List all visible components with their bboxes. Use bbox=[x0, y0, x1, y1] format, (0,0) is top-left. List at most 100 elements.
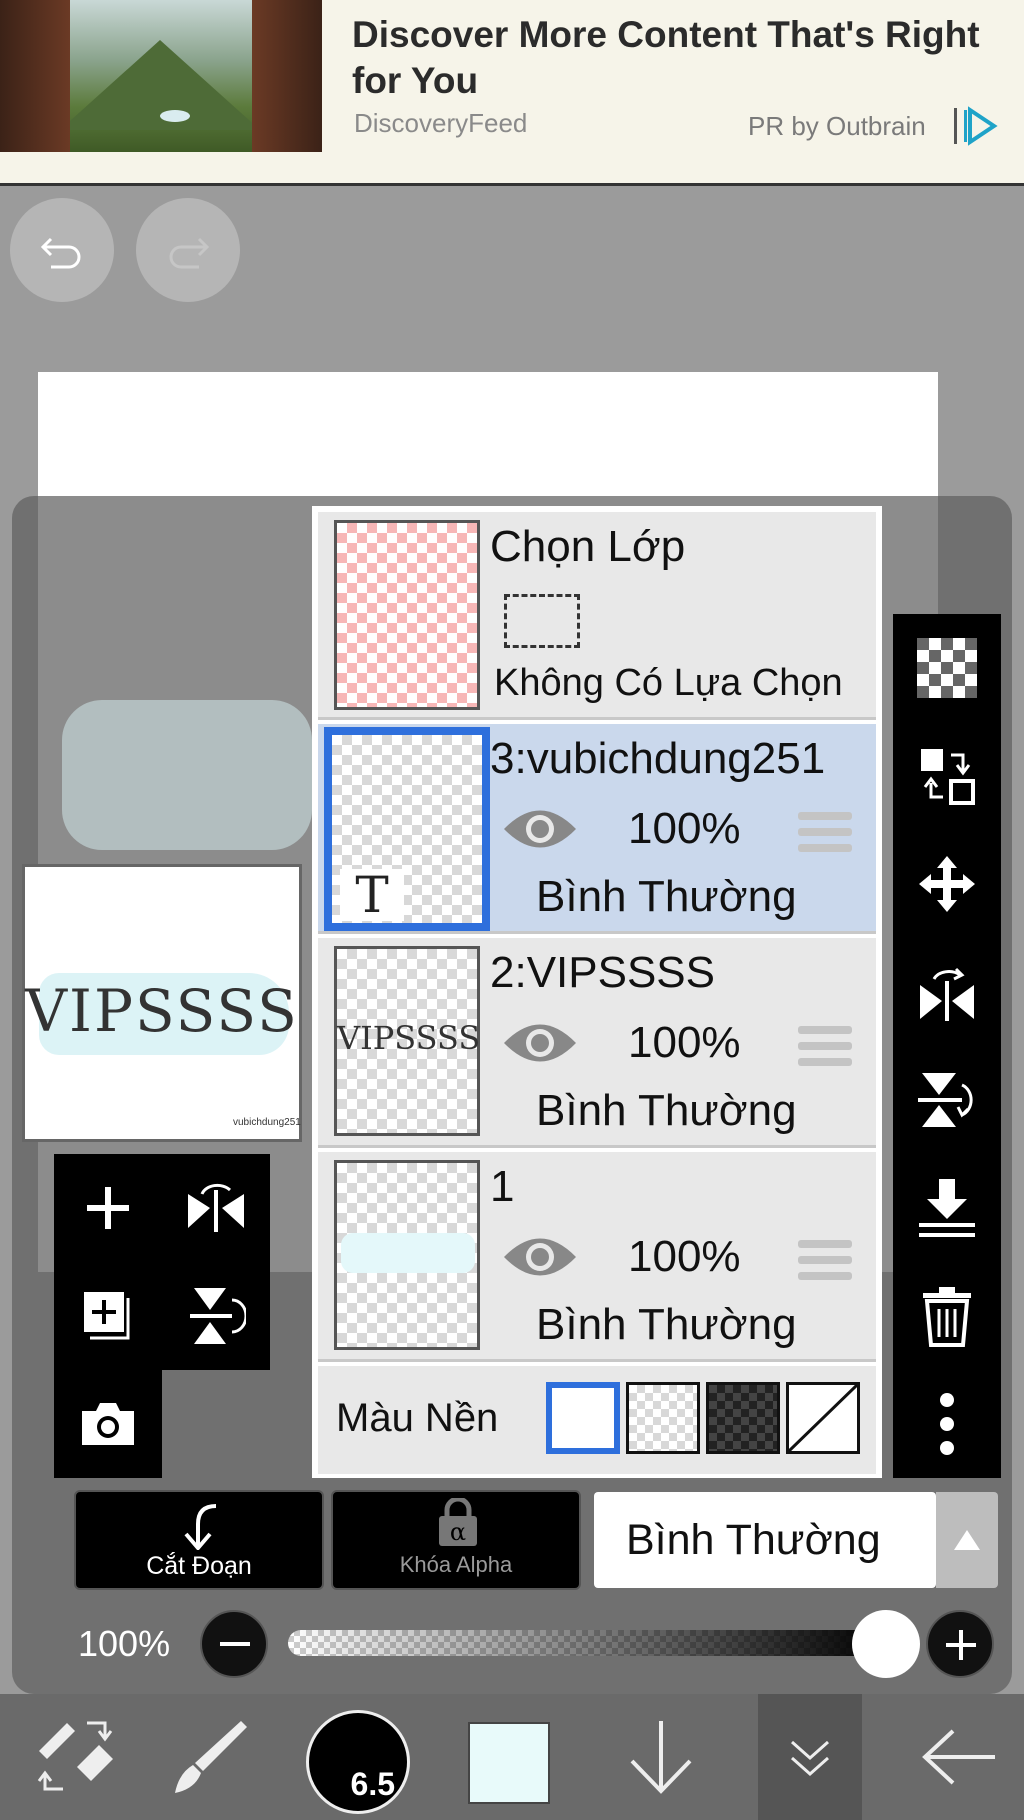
layer-2-drag-handle[interactable] bbox=[798, 1026, 852, 1074]
flip-vertical-icon bbox=[190, 1288, 246, 1344]
undo-icon bbox=[40, 237, 81, 269]
layer-1-opacity[interactable]: 100% bbox=[628, 1232, 741, 1282]
double-chevron-down-icon bbox=[791, 1740, 829, 1777]
clip-label: Cắt Đoạn bbox=[146, 1552, 252, 1580]
clip-arrow-icon bbox=[184, 1504, 217, 1550]
layer-3-drag-handle[interactable] bbox=[798, 812, 852, 860]
opacity-slider-track[interactable] bbox=[288, 1630, 886, 1656]
opacity-decrease-button[interactable] bbox=[200, 1610, 268, 1678]
current-color-button[interactable] bbox=[468, 1722, 550, 1804]
bg-swatch-transparent[interactable] bbox=[626, 1382, 700, 1454]
more-options-button[interactable] bbox=[893, 1370, 1001, 1478]
swap-icon bbox=[921, 749, 975, 805]
brush-size-value: 6.5 bbox=[350, 1766, 395, 1802]
duplicate-layer-button[interactable] bbox=[54, 1262, 162, 1370]
brush-icon bbox=[175, 1721, 247, 1793]
layer-row-3[interactable]: T 3:vubichdung251 100% Bình Thường bbox=[318, 724, 876, 934]
layer-2-name: 2:VIPSSSS bbox=[490, 948, 716, 997]
bg-swatch-white[interactable] bbox=[546, 1382, 620, 1454]
alpha-lock-label: Khóa Alpha bbox=[399, 1552, 513, 1577]
layer-2-opacity[interactable]: 100% bbox=[628, 1018, 741, 1068]
selection-layer-title: Chọn Lớp bbox=[490, 522, 686, 571]
layer-1-drag-handle[interactable] bbox=[798, 1240, 852, 1288]
swap-layer-button[interactable] bbox=[893, 722, 1001, 830]
delete-layer-button[interactable] bbox=[893, 1262, 1001, 1370]
eye-icon bbox=[504, 1024, 576, 1062]
outbrain-logo-icon[interactable] bbox=[952, 106, 1000, 146]
undo-button[interactable] bbox=[10, 198, 114, 302]
merge-down-icon bbox=[919, 1179, 975, 1237]
layer-3-name: 3:vubichdung251 bbox=[490, 734, 826, 783]
flip-layer-vertical-button[interactable] bbox=[893, 1046, 1001, 1154]
down-arrow-icon bbox=[630, 1721, 692, 1794]
minus-icon bbox=[220, 1642, 250, 1646]
ad-image-door-left bbox=[0, 0, 70, 152]
ad-image[interactable] bbox=[0, 0, 322, 152]
diagonal-slash-icon bbox=[787, 1383, 859, 1453]
flip-vertical-button[interactable] bbox=[162, 1262, 270, 1370]
text-layer-glyph: T bbox=[340, 869, 404, 921]
checker-icon bbox=[917, 638, 977, 698]
back-button[interactable] bbox=[884, 1694, 1024, 1820]
bg-swatch-none[interactable] bbox=[786, 1382, 860, 1454]
selection-layer-thumbnail bbox=[334, 520, 480, 710]
layer-3-visibility-button[interactable] bbox=[502, 804, 578, 859]
transparency-button[interactable] bbox=[893, 614, 1001, 722]
opacity-slider-handle[interactable] bbox=[852, 1610, 920, 1678]
opacity-label: 100% bbox=[78, 1623, 171, 1664]
bg-swatch-dark[interactable] bbox=[706, 1382, 780, 1454]
ad-sponsor[interactable]: PR by Outbrain bbox=[748, 111, 926, 142]
layer-1-thumb-wash bbox=[341, 1233, 475, 1273]
merge-down-button[interactable] bbox=[893, 1154, 1001, 1262]
collapse-panel-button[interactable] bbox=[758, 1694, 862, 1820]
flip-horizontal-button[interactable] bbox=[162, 1154, 270, 1262]
left-layer-tools bbox=[54, 1154, 270, 1370]
blend-mode-dropdown-button[interactable] bbox=[936, 1492, 998, 1588]
flip-horizontal-icon bbox=[188, 1183, 244, 1232]
selection-layer-row[interactable]: Chọn Lớp Không Có Lựa Chọn bbox=[318, 512, 876, 720]
redo-button[interactable] bbox=[136, 198, 240, 302]
ad-image-river bbox=[160, 110, 190, 122]
layer-row-2[interactable]: VIPSSSS 2:VIPSSSS 100% Bình Thường bbox=[318, 938, 876, 1148]
alpha-lock-button[interactable]: α Khóa Alpha bbox=[331, 1490, 581, 1590]
ad-image-door-right bbox=[252, 0, 322, 152]
layer-2-thumb-text: VIPSSSS bbox=[337, 1019, 481, 1057]
ad-title[interactable]: Discover More Content That's Right for Y… bbox=[352, 12, 992, 104]
eye-icon bbox=[504, 1238, 576, 1276]
back-icon bbox=[922, 1729, 995, 1785]
add-layer-icon bbox=[87, 1187, 129, 1229]
layer-1-name: 1 bbox=[490, 1162, 515, 1211]
clip-button[interactable]: Cắt Đoạn bbox=[74, 1490, 324, 1590]
layer-down-button[interactable] bbox=[586, 1694, 736, 1820]
layer-3-opacity[interactable]: 100% bbox=[628, 804, 741, 854]
move-layer-button[interactable] bbox=[893, 830, 1001, 938]
lock-icon: α bbox=[439, 1498, 477, 1546]
add-layer-button[interactable] bbox=[54, 1154, 162, 1262]
transform-tool-button[interactable] bbox=[0, 1694, 150, 1820]
opacity-increase-button[interactable] bbox=[926, 1610, 994, 1678]
layer-2-blend-mode[interactable]: Bình Thường bbox=[536, 1086, 797, 1136]
plus-icon bbox=[946, 1630, 976, 1660]
flip-layer-horizontal-button[interactable] bbox=[893, 938, 1001, 1046]
left-layer-tools-camera bbox=[54, 1370, 162, 1478]
canvas-preview[interactable]: VIPSSSS vubichdung251 bbox=[22, 864, 302, 1142]
move-icon bbox=[919, 856, 975, 912]
blend-mode-value: Bình Thường bbox=[626, 1516, 881, 1564]
background-color-label: Màu Nền bbox=[336, 1396, 499, 1440]
layer-1-visibility-button[interactable] bbox=[502, 1232, 578, 1287]
flip-h-icon bbox=[920, 967, 974, 1021]
brush-size-button[interactable]: 6.5 bbox=[306, 1710, 410, 1814]
more-icon bbox=[940, 1393, 954, 1455]
layer-3-blend-mode[interactable]: Bình Thường bbox=[536, 872, 797, 922]
layer-3-thumbnail: T bbox=[324, 727, 490, 931]
camera-button[interactable] bbox=[54, 1370, 162, 1478]
triangle-up-icon bbox=[954, 1530, 980, 1550]
ad-banner[interactable]: Discover More Content That's Right for Y… bbox=[0, 0, 1024, 186]
blend-mode-select[interactable]: Bình Thường bbox=[594, 1492, 936, 1588]
brush-tool-button[interactable] bbox=[134, 1694, 284, 1820]
layer-row-1[interactable]: 1 100% Bình Thường bbox=[318, 1152, 876, 1362]
layer-2-visibility-button[interactable] bbox=[502, 1018, 578, 1073]
svg-text:α: α bbox=[450, 1518, 466, 1546]
layer-1-blend-mode[interactable]: Bình Thường bbox=[536, 1300, 797, 1350]
transform-icon bbox=[37, 1721, 113, 1791]
